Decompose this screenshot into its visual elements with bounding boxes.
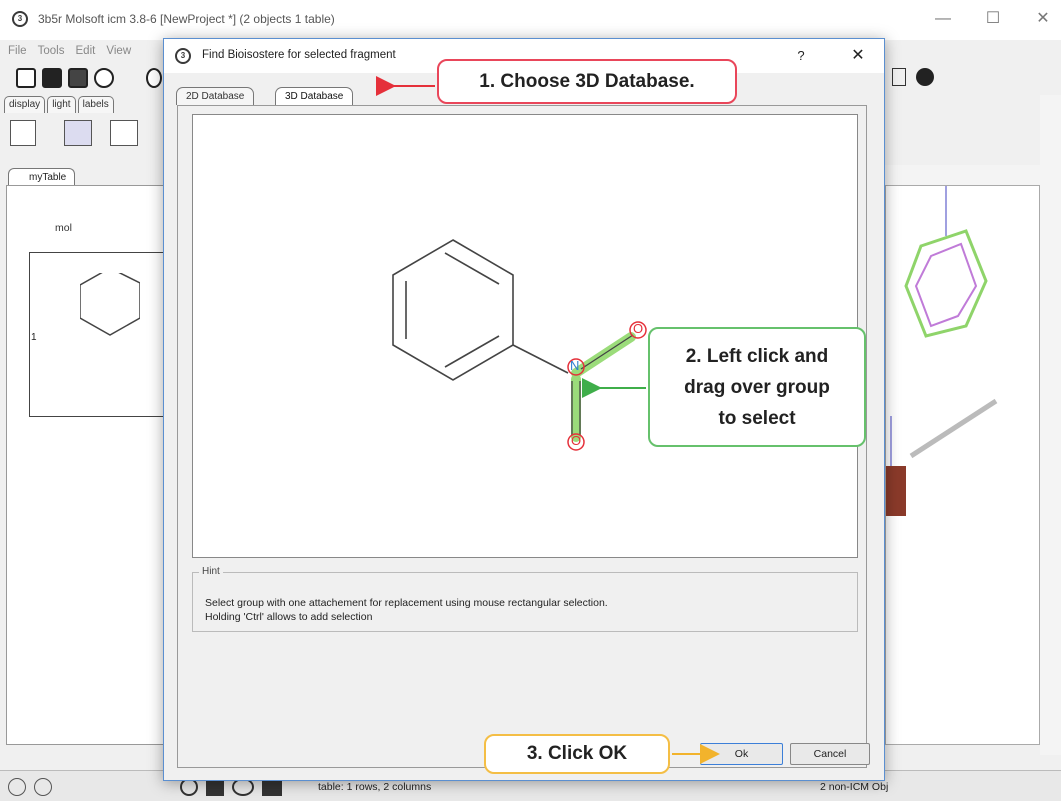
new-file-icon[interactable] xyxy=(16,68,36,88)
callout2-line1: 2. Left click and xyxy=(685,346,829,367)
right-tool-column xyxy=(1040,95,1061,755)
benzene-ring xyxy=(392,239,514,381)
app-titlebar: 3 3b5r Molsoft icm 3.8-6 [NewProject *] … xyxy=(0,0,1061,40)
gear-icon[interactable] xyxy=(916,68,934,86)
help-button[interactable]: ? xyxy=(789,45,813,67)
callout-click-ok: 3. Click OK xyxy=(484,734,670,774)
callout2-line2: drag over group xyxy=(684,377,830,398)
viewer-header xyxy=(885,165,1040,185)
cancel-button[interactable]: Cancel xyxy=(790,743,870,765)
tab-labels[interactable]: labels xyxy=(77,96,114,113)
menu-edit[interactable]: Edit xyxy=(76,40,96,62)
hint-text-line2: Holding 'Ctrl' allows to add selection xyxy=(205,611,373,623)
benzene-thumbnail xyxy=(80,273,140,336)
tab-mytable[interactable]: myTable xyxy=(8,168,76,186)
hint-groupbox: Hint Select group with one attachement f… xyxy=(192,566,858,632)
status-text-table: table: 1 rows, 2 columns xyxy=(318,781,432,793)
app-logo-icon: 3 xyxy=(12,11,28,27)
display-tab-strip: display light labels xyxy=(4,96,164,114)
nitrogen-label: N xyxy=(570,358,580,373)
ok-button[interactable]: Ok xyxy=(700,743,783,765)
tab-display[interactable]: display xyxy=(4,96,46,113)
main-toolbar xyxy=(0,64,170,94)
dialog-logo-icon: 3 xyxy=(175,48,191,64)
callout-choose-3d-database: 1. Choose 3D Database. xyxy=(437,59,737,104)
table-panel: mol 1 xyxy=(6,185,169,745)
surface-icon[interactable] xyxy=(64,120,92,146)
dialog-title: Find Bioisostere for selected fragment xyxy=(202,49,396,61)
menu-file[interactable]: File xyxy=(8,40,27,62)
tab-2d-database[interactable]: 2D Database xyxy=(176,87,255,105)
dialog-close-button[interactable]: ✕ xyxy=(844,45,872,67)
hint-legend: Hint xyxy=(199,566,223,577)
callout2-line3: to select xyxy=(718,408,796,429)
status-icon-2[interactable] xyxy=(34,778,52,796)
close-window-button[interactable]: ✕ xyxy=(1028,8,1058,30)
row-number: 1 xyxy=(31,332,37,343)
hint-text-line1: Select group with one attachement for re… xyxy=(205,597,608,609)
tab-light[interactable]: light xyxy=(47,96,76,113)
grid-icon[interactable] xyxy=(892,68,906,86)
tab-3d-database[interactable]: 3D Database xyxy=(275,87,354,105)
maximize-button[interactable]: ☐ xyxy=(978,8,1008,30)
c-n-bond xyxy=(512,344,569,374)
mytable-tab-label: myTable xyxy=(29,172,67,183)
menu-tools[interactable]: Tools xyxy=(38,40,65,62)
column-header-mol[interactable]: mol xyxy=(55,222,72,234)
status-text-objects: 2 non-ICM Obj xyxy=(820,781,889,793)
oxygen-top-label: O xyxy=(633,321,644,336)
open-folder-icon[interactable] xyxy=(42,68,62,88)
3d-viewer[interactable] xyxy=(885,185,1040,745)
viewer-toolbar xyxy=(882,64,952,92)
minimize-button[interactable]: — xyxy=(928,8,958,30)
molecule-cell[interactable] xyxy=(29,252,169,417)
menu-view[interactable]: View xyxy=(106,40,131,62)
lh-icon[interactable] xyxy=(10,120,36,146)
refresh-icon[interactable] xyxy=(146,68,162,88)
settings-icon[interactable] xyxy=(94,68,114,88)
callout-select-group: 2. Left click and drag over group to sel… xyxy=(648,327,866,447)
oxygen-bottom-label: O xyxy=(571,433,582,448)
app-title: 3b5r Molsoft icm 3.8-6 [NewProject *] (2… xyxy=(38,12,335,26)
bond-style-icon[interactable] xyxy=(110,120,138,146)
save-icon[interactable] xyxy=(68,68,88,88)
status-icon-1[interactable] xyxy=(8,778,26,796)
molecule-3d-view xyxy=(886,186,998,516)
